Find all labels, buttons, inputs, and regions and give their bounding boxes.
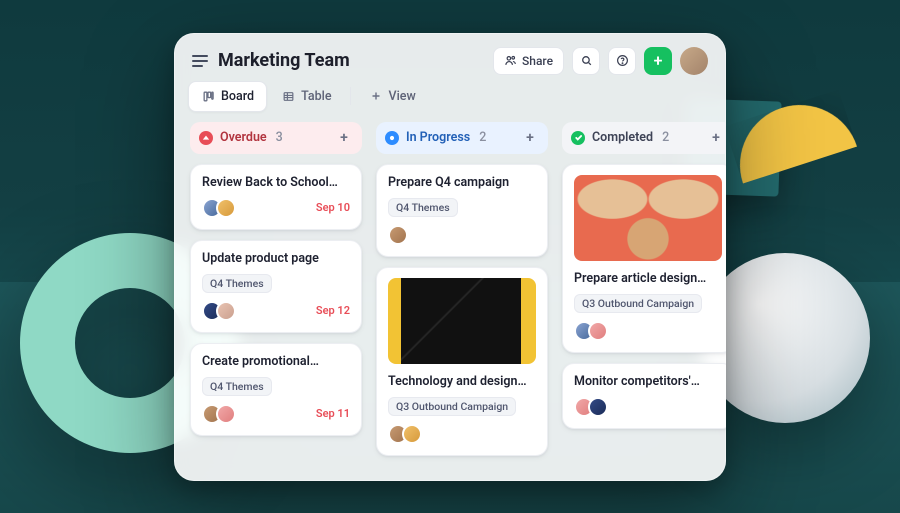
header: Marketing Team Share [174, 33, 726, 81]
create-button[interactable]: + [644, 47, 672, 75]
column-completed: Completed 2 + Prepare article design… Q3 Out… [562, 122, 726, 463]
plus-icon [369, 89, 383, 103]
card-title: Update product page [202, 251, 350, 266]
header-actions: Share + [493, 47, 708, 75]
people-icon [504, 54, 517, 67]
card-title: Review Back to School… [202, 175, 350, 190]
board-icon [201, 89, 215, 103]
search-button[interactable] [572, 47, 600, 75]
plus-icon: + [654, 51, 663, 70]
tab-separator [350, 87, 351, 105]
assignee-stack[interactable] [574, 397, 608, 417]
assignee-avatar[interactable] [588, 397, 608, 417]
help-icon [616, 54, 629, 67]
task-card[interactable]: Review Back to School… Sep 10 [190, 164, 362, 230]
column-header-progress: In Progress 2 + [376, 122, 548, 154]
card-title: Technology and design… [388, 374, 536, 389]
column-overdue: Overdue 3 + Review Back to School… Sep 10 Upd… [190, 122, 362, 463]
assignee-stack[interactable] [202, 198, 236, 218]
assignee-avatar[interactable] [216, 198, 236, 218]
card-footer [388, 424, 536, 444]
status-icon-progress [385, 131, 399, 145]
card-footer [574, 321, 722, 341]
tab-table-label: Table [301, 89, 331, 104]
assignee-stack[interactable] [388, 225, 408, 245]
column-label: In Progress [406, 130, 470, 145]
card-tag[interactable]: Q4 Themes [388, 198, 458, 217]
column-count: 2 [479, 130, 486, 145]
status-icon-completed [571, 131, 585, 145]
assignee-avatar[interactable] [388, 225, 408, 245]
card-footer [574, 397, 722, 417]
assignee-stack[interactable] [202, 301, 236, 321]
card-footer [388, 225, 536, 245]
assignee-avatar[interactable] [216, 404, 236, 424]
table-icon [281, 89, 295, 103]
page-title: Marketing Team [218, 50, 483, 71]
due-date: Sep 12 [316, 304, 350, 317]
user-avatar[interactable] [680, 47, 708, 75]
assignee-stack[interactable] [574, 321, 608, 341]
card-image [388, 278, 536, 364]
kanban-board: Overdue 3 + Review Back to School… Sep 10 Upd… [174, 122, 726, 481]
due-date: Sep 10 [316, 201, 350, 214]
card-image [574, 175, 722, 261]
assignee-stack[interactable] [388, 424, 422, 444]
add-card-button[interactable]: + [335, 129, 353, 147]
view-tabs: Board Table View [174, 81, 726, 122]
task-card[interactable]: Update product page Q4 Themes Sep 12 [190, 240, 362, 333]
tab-table[interactable]: Table [269, 82, 343, 111]
column-label: Overdue [220, 130, 267, 145]
column-count: 2 [662, 130, 669, 145]
column-count: 3 [276, 130, 283, 145]
column-progress: In Progress 2 + Prepare Q4 campaign Q4 Theme… [376, 122, 548, 463]
menu-icon[interactable] [192, 55, 208, 67]
share-label: Share [522, 54, 553, 68]
card-tag[interactable]: Q3 Outbound Campaign [574, 294, 702, 313]
task-card[interactable]: Create promotional… Q4 Themes Sep 11 [190, 343, 362, 436]
assignee-stack[interactable] [202, 404, 236, 424]
task-card[interactable]: Technology and design… Q3 Outbound Campai… [376, 267, 548, 456]
assignee-avatar[interactable] [216, 301, 236, 321]
due-date: Sep 11 [316, 407, 350, 420]
share-button[interactable]: Share [493, 47, 564, 75]
card-title: Prepare article design… [574, 271, 722, 286]
card-footer: Sep 12 [202, 301, 350, 321]
task-card[interactable]: Monitor competitors'… [562, 363, 726, 429]
assignee-avatar[interactable] [588, 321, 608, 341]
card-tag[interactable]: Q3 Outbound Campaign [388, 397, 516, 416]
status-icon-overdue [199, 131, 213, 145]
card-tag[interactable]: Q4 Themes [202, 274, 272, 293]
card-footer: Sep 11 [202, 404, 350, 424]
search-icon [580, 54, 593, 67]
assignee-avatar[interactable] [402, 424, 422, 444]
card-title: Create promotional… [202, 354, 350, 369]
card-title: Prepare Q4 campaign [388, 175, 536, 190]
column-header-overdue: Overdue 3 + [190, 122, 362, 154]
card-tag[interactable]: Q4 Themes [202, 377, 272, 396]
task-card[interactable]: Prepare article design… Q3 Outbound Campa… [562, 164, 726, 353]
app-window: Marketing Team Share [174, 33, 726, 481]
column-label: Completed [592, 130, 653, 145]
add-card-button[interactable]: + [707, 129, 725, 147]
card-footer: Sep 10 [202, 198, 350, 218]
add-card-button[interactable]: + [521, 129, 539, 147]
help-button[interactable] [608, 47, 636, 75]
tab-add-view[interactable]: View [357, 82, 428, 111]
task-card[interactable]: Prepare Q4 campaign Q4 Themes [376, 164, 548, 257]
tab-add-view-label: View [389, 89, 416, 104]
card-title: Monitor competitors'… [574, 374, 722, 389]
tab-board-label: Board [221, 89, 254, 104]
column-header-completed: Completed 2 + [562, 122, 726, 154]
tab-board[interactable]: Board [188, 81, 267, 112]
